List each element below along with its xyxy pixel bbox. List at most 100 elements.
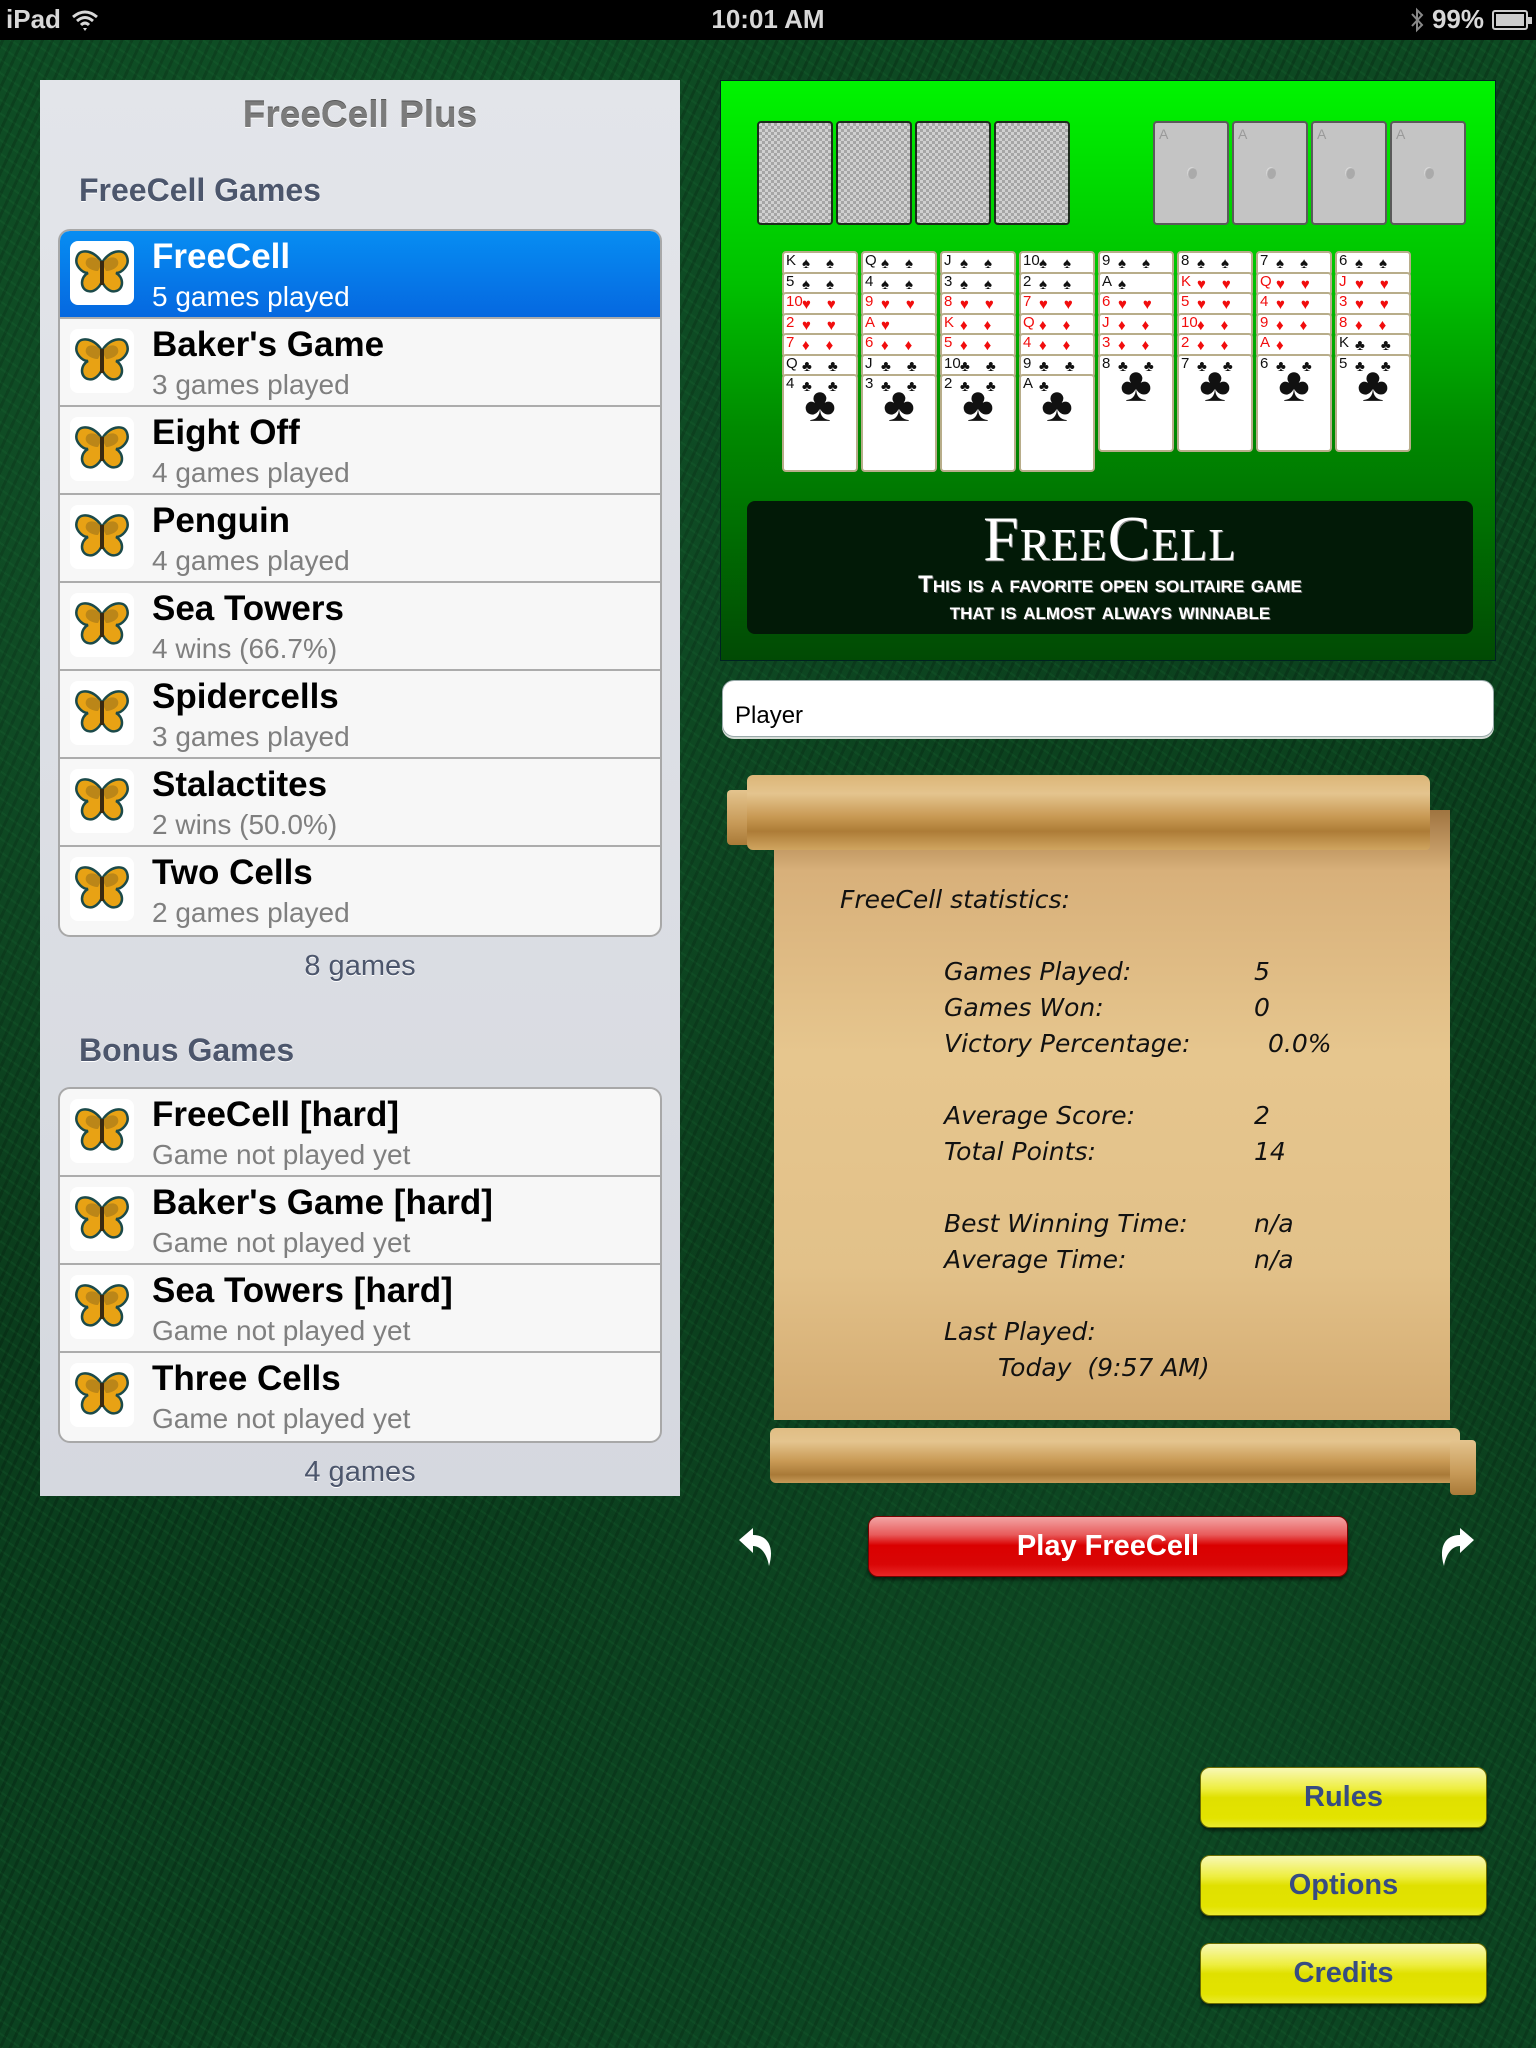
card-suit: ♦♦	[1197, 337, 1245, 354]
game-list-item-penguin[interactable]: Penguin 4 games played	[60, 495, 660, 583]
stat-last-played: Today (9:57 AM)	[840, 1350, 1332, 1386]
stat-games-played: Games Played: 5	[840, 954, 1332, 990]
section-header-freecell-games: FreeCell Games	[79, 172, 321, 208]
stat-label: Best Winning Time:	[944, 1209, 1188, 1238]
game-name: Eight Off	[152, 413, 300, 452]
card-suit: ♦♦	[802, 337, 850, 354]
butterfly-icon	[75, 1372, 129, 1415]
card-rank: 5	[944, 334, 953, 351]
card-suit: ♣♣	[1039, 357, 1091, 375]
player-name-input[interactable]	[722, 680, 1494, 737]
card-suit: ♥	[881, 316, 906, 334]
game-detail: 2 wins (50.0%)	[152, 809, 338, 840]
butterfly-icon	[75, 1284, 129, 1327]
card-rank: 2	[1023, 272, 1032, 290]
stat-label: Last Played:	[944, 1317, 1096, 1346]
stat-label: Games Won:	[944, 993, 1104, 1022]
game-list-item-freecell-hard[interactable]: FreeCell [hard] Game not played yet	[60, 1089, 660, 1177]
game-list-item-two-cells[interactable]: Two Cells 2 games played	[60, 847, 660, 935]
card-suit: ♠♠	[881, 255, 929, 272]
game-list-item-spidercells[interactable]: Spidercells 3 games played	[60, 671, 660, 759]
card-suit: ♠♠	[1039, 255, 1087, 272]
card-center-suit: ♣	[1199, 358, 1231, 412]
card-rank: J	[944, 252, 952, 269]
previous-game-arrow-icon[interactable]	[735, 1524, 779, 1572]
game-list-item-freecell[interactable]: FreeCell 5 games played	[60, 231, 660, 319]
card-rank: 6	[1339, 252, 1348, 269]
battery-icon	[1492, 9, 1532, 30]
foundation-slot: A	[1311, 121, 1387, 225]
card-suit: ♣♣	[1355, 337, 1407, 354]
game-name: Penguin	[152, 501, 291, 540]
card-suit: ♥♥	[1197, 296, 1247, 313]
card-rank: 4	[1260, 293, 1269, 310]
butterfly-icon	[75, 602, 129, 645]
card-suit: ♦♦	[1276, 316, 1324, 334]
game-icon-tile	[70, 681, 134, 745]
options-button[interactable]: Options	[1200, 1855, 1487, 1916]
card-suit: ♣♣	[802, 357, 854, 375]
game-list-item-three-cells[interactable]: Three Cells Game not played yet	[60, 1353, 660, 1441]
card-rank: 8	[944, 293, 953, 310]
game-icon-tile	[70, 241, 134, 305]
freecell-games-list: FreeCell 5 games played Baker's Game 3 g…	[58, 229, 662, 937]
card-rank: 9	[865, 293, 874, 310]
game-name: FreeCell	[152, 237, 291, 276]
card-rank: K	[944, 313, 955, 331]
card-suit: ♠♠	[881, 275, 929, 293]
butterfly-icon	[75, 250, 129, 293]
foundation-slot: A	[1390, 121, 1466, 225]
card-rank: Q	[1260, 272, 1272, 290]
rules-button[interactable]: Rules	[1200, 1767, 1487, 1828]
card-rank: 6	[865, 334, 874, 351]
foundation-label: A	[1238, 126, 1248, 142]
butterfly-icon	[75, 514, 129, 557]
card-rank: 6	[1260, 354, 1269, 372]
card-rank: 5	[1339, 354, 1348, 372]
playing-card: 6 ♣♣ ♣	[1256, 353, 1332, 452]
card-rank: 4	[1023, 334, 1032, 351]
card-suit: ♦	[1276, 337, 1300, 354]
game-list-item-baker-s-game-hard[interactable]: Baker's Game [hard] Game not played yet	[60, 1177, 660, 1265]
game-detail: 4 wins (66.7%)	[152, 633, 338, 664]
game-list-item-sea-towers-hard[interactable]: Sea Towers [hard] Game not played yet	[60, 1265, 660, 1353]
card-rank: 5	[786, 272, 795, 290]
game-list-item-stalactites[interactable]: Stalactites 2 wins (50.0%)	[60, 759, 660, 847]
playing-card: 5 ♣♣ ♣	[1335, 353, 1411, 452]
card-rank: K	[1339, 334, 1350, 351]
game-icon-tile	[70, 1363, 134, 1427]
card-rank: A	[1260, 334, 1271, 351]
game-list-item-sea-towers[interactable]: Sea Towers 4 wins (66.7%)	[60, 583, 660, 671]
foundation-label: A	[1317, 126, 1327, 142]
freecell-games-count: 8 games	[304, 950, 416, 982]
playing-card: 2 ♣♣ ♣	[940, 374, 1016, 472]
card-center-suit: ♣	[1041, 379, 1073, 432]
next-game-arrow-icon[interactable]	[1434, 1524, 1478, 1572]
game-list-item-eight-off[interactable]: Eight Off 4 games played	[60, 407, 660, 495]
stat-last-played-label: Last Played:	[840, 1314, 1332, 1350]
card-center-suit: ♣	[883, 379, 915, 432]
game-name: FreeCell [hard]	[152, 1095, 399, 1134]
status-bar: iPad 10:01 AM 99%	[0, 0, 1536, 40]
card-suit: ♥♥	[1039, 296, 1089, 313]
card-rank: 7	[1260, 252, 1269, 269]
stat-label: Total Points:	[944, 1137, 1096, 1166]
card-suit: ♠♠	[960, 275, 1008, 293]
game-detail: 5 games played	[152, 281, 350, 312]
card-center-suit: ♣	[1120, 358, 1152, 412]
card-suit: ♥♥	[1276, 275, 1326, 293]
playing-card: 8 ♣♣ ♣	[1098, 353, 1174, 452]
card-rank: K	[786, 252, 797, 269]
card-rank: 3	[944, 272, 953, 290]
card-suit: ♦♦	[1039, 337, 1087, 354]
stat-value: 14	[1254, 1137, 1286, 1166]
butterfly-icon	[75, 1108, 129, 1151]
free-cell-slot	[994, 121, 1070, 225]
foundation-pip	[1424, 167, 1434, 179]
card-rank: 10	[1023, 252, 1040, 269]
card-suit: ♠♠	[1276, 255, 1324, 272]
play-game-button[interactable]: Play FreeCell	[868, 1516, 1348, 1577]
game-list-item-baker-s-game[interactable]: Baker's Game 3 games played	[60, 319, 660, 407]
statistics-scroll: FreeCell statistics: Games Played: 5 Gam…	[720, 760, 1496, 1495]
credits-button[interactable]: Credits	[1200, 1943, 1487, 2004]
